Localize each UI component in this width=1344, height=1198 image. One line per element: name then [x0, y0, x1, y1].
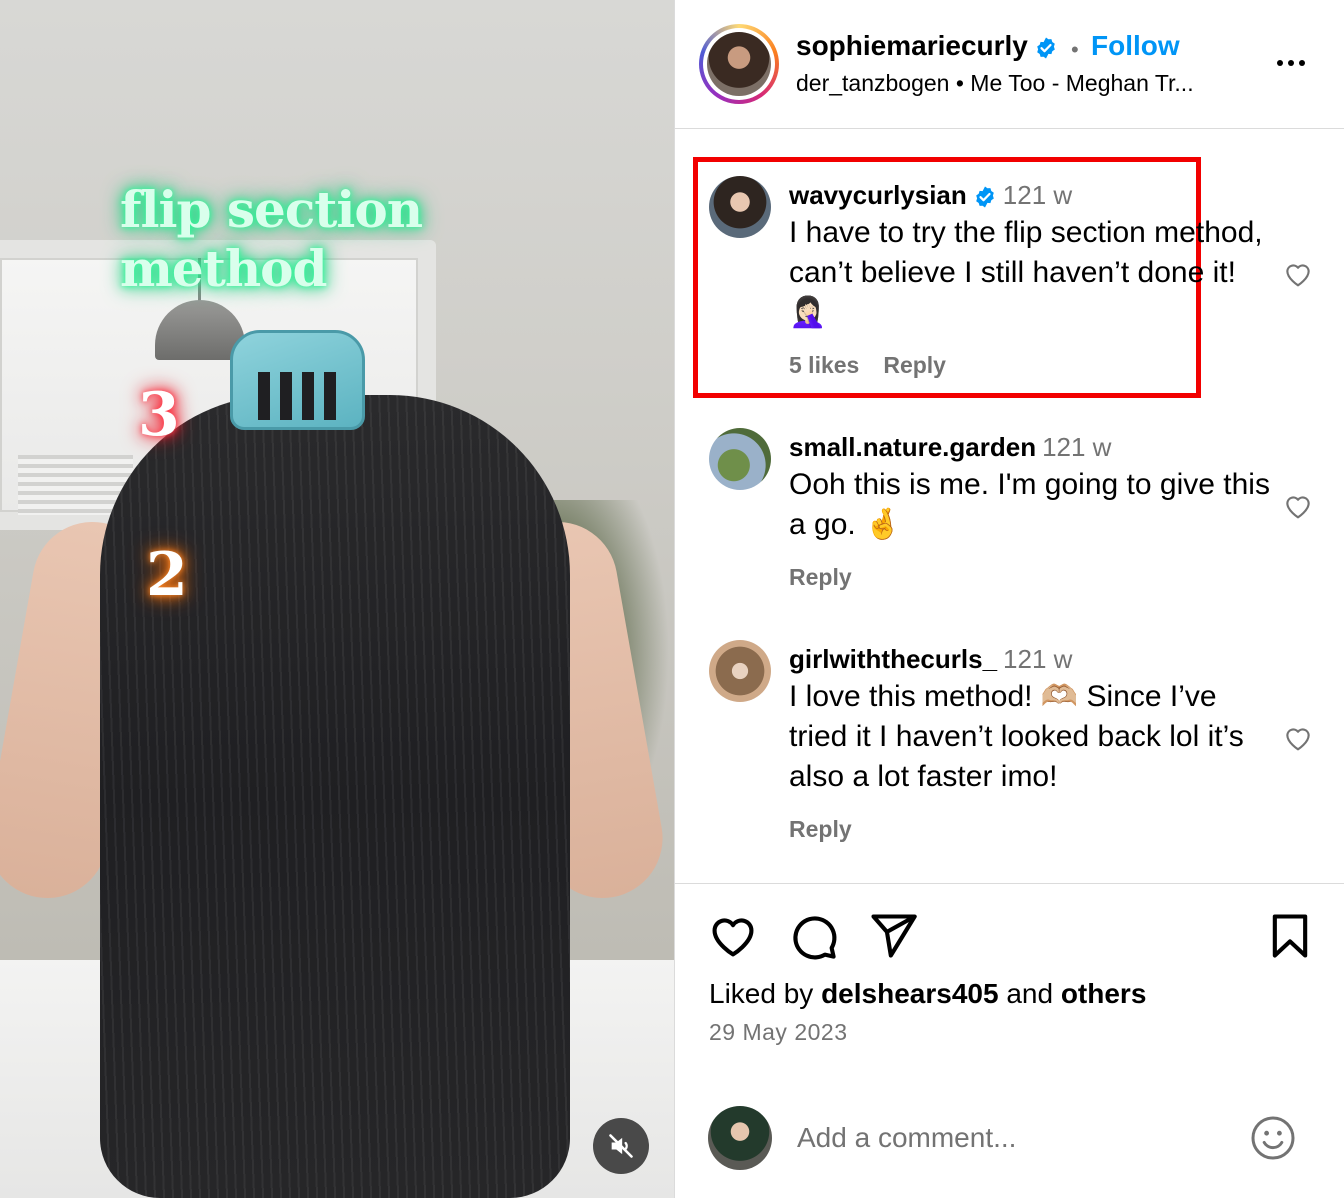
commenter-avatar[interactable] — [709, 428, 771, 490]
comment-bubble-icon[interactable] — [787, 910, 839, 962]
reply-button[interactable]: Reply — [789, 564, 852, 590]
comment-likes-count[interactable]: 5 likes — [789, 352, 859, 378]
comment-timestamp: 121 w — [1002, 180, 1073, 210]
liked-by-others[interactable]: others — [1061, 978, 1147, 1009]
verified-badge-icon — [1037, 37, 1055, 59]
comment-timestamp: 121 w — [1042, 432, 1112, 462]
commenter-avatar[interactable] — [709, 640, 771, 702]
liked-by-summary: Liked by delshears405 and others — [709, 978, 1146, 1010]
liked-by-joiner: and — [1006, 978, 1054, 1009]
video-caption-overlay: flip section method — [120, 180, 423, 298]
comment-timestamp: 121 w — [1003, 644, 1073, 674]
hair — [100, 395, 570, 1198]
add-comment-input[interactable] — [797, 1116, 1237, 1160]
liked-by-prefix: Liked by — [709, 978, 814, 1009]
header-separator: • — [1071, 37, 1079, 62]
audio-attribution[interactable]: der_tanzbogen • Me Too - Meghan Tr... — [796, 70, 1194, 97]
heart-icon[interactable] — [1281, 722, 1315, 754]
reply-button[interactable]: Reply — [883, 352, 946, 378]
verified-badge-icon — [975, 186, 994, 208]
liked-by-user[interactable]: delshears405 — [821, 978, 998, 1009]
paper-plane-icon[interactable] — [867, 910, 919, 962]
divider — [675, 883, 1344, 884]
follow-button[interactable]: Follow — [1091, 30, 1180, 62]
comment-text: Ooh this is me. I'm going to give this a… — [789, 468, 1270, 541]
heart-icon[interactable] — [707, 910, 759, 962]
step-number-2: 2 — [146, 540, 188, 610]
reel-video[interactable]: flip section method 3 2 — [0, 0, 674, 1198]
heart-icon[interactable] — [1281, 490, 1315, 522]
mute-button[interactable] — [593, 1118, 649, 1174]
commenter-avatar[interactable] — [709, 176, 771, 238]
post-sidebar: sophiemariecurly • Follow der_tanzbogen … — [674, 0, 1344, 1198]
owner-avatar[interactable] — [699, 24, 779, 104]
heart-icon[interactable] — [1281, 258, 1315, 290]
muted-speaker-icon — [609, 1134, 633, 1158]
comment-username[interactable]: girlwiththecurls_ — [789, 644, 997, 674]
smiley-icon[interactable] — [1249, 1114, 1297, 1162]
bookmark-icon[interactable] — [1264, 910, 1316, 962]
owner-username[interactable]: sophiemariecurly — [796, 30, 1028, 61]
comment-username[interactable]: small.nature.garden — [789, 432, 1036, 462]
step-number-3: 3 — [138, 380, 180, 450]
comment-text: I have to try the flip section method, c… — [789, 216, 1263, 329]
post-date[interactable]: 29 May 2023 — [709, 1019, 847, 1046]
comment-text: I love this method! 🫶🏼 Since I’ve tried … — [789, 680, 1244, 793]
reply-button[interactable]: Reply — [789, 816, 852, 842]
comment-username[interactable]: wavycurlysian — [789, 180, 967, 210]
post-header: sophiemariecurly • Follow der_tanzbogen … — [675, 0, 1344, 129]
current-user-avatar — [708, 1106, 772, 1170]
more-options-icon[interactable] — [1271, 50, 1311, 76]
